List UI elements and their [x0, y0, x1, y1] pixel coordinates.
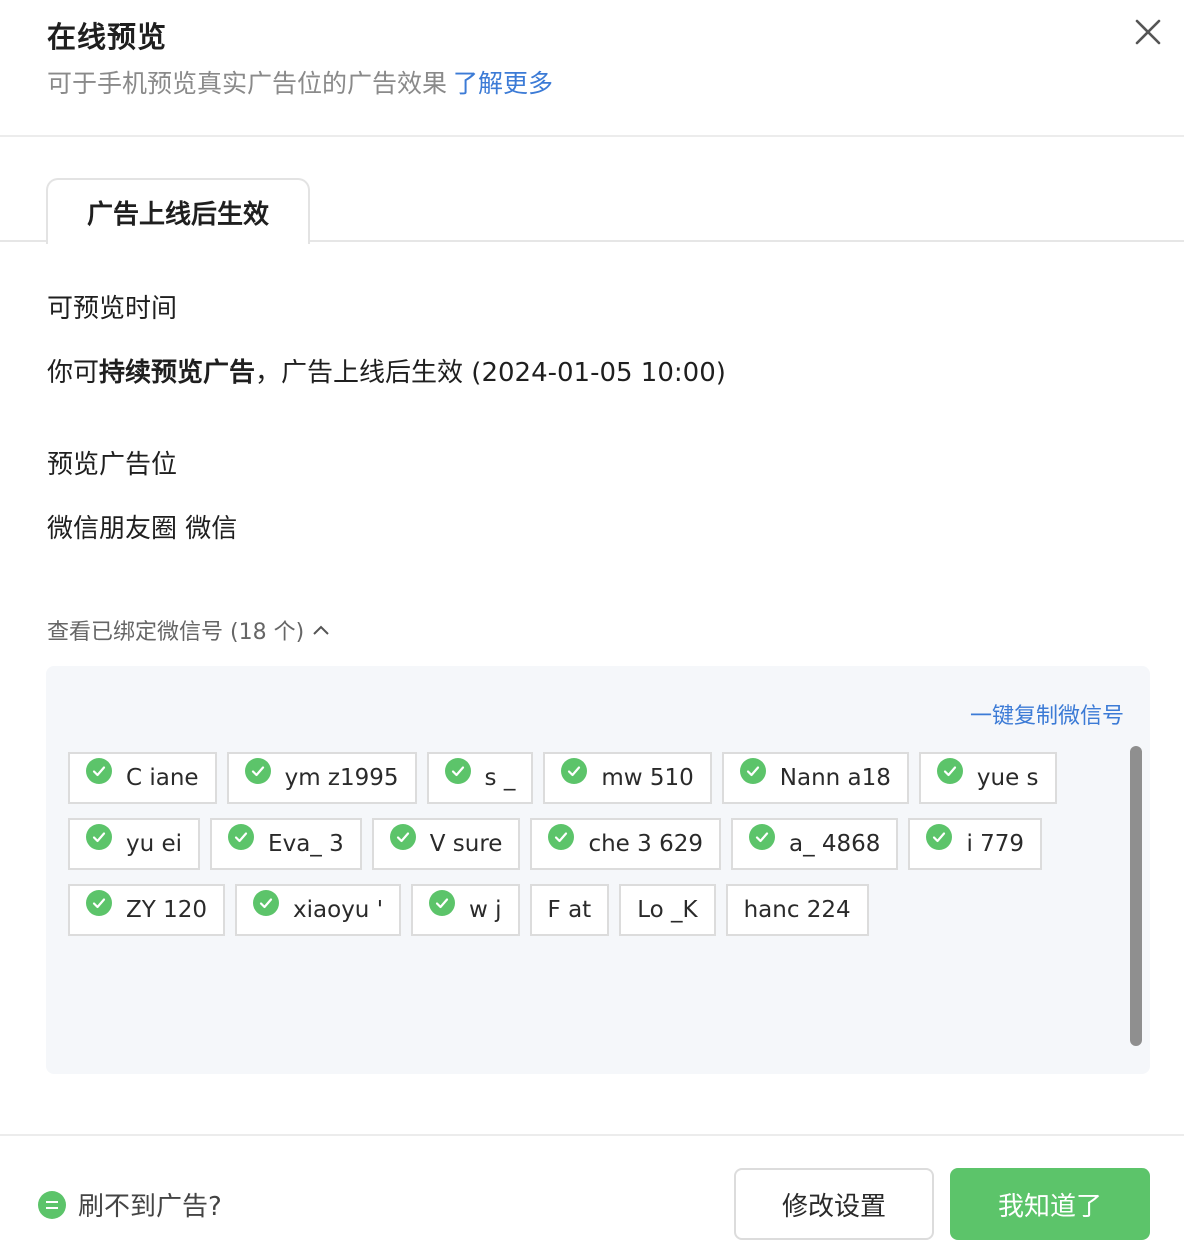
- close-icon: [1135, 19, 1161, 45]
- account-name: hanc 224: [743, 897, 851, 923]
- account-name: Eva_ 3: [268, 831, 344, 857]
- check-circle-icon: [936, 758, 963, 784]
- account-chip[interactable]: Lo _K: [619, 884, 716, 936]
- dialog-title: 在线预览: [47, 20, 168, 54]
- account-name: F at: [547, 897, 592, 923]
- check-circle-icon: [926, 824, 953, 850]
- modify-settings-button[interactable]: 修改设置: [734, 1168, 934, 1240]
- chat-bubble-icon: [38, 1190, 66, 1219]
- dialog-subtitle: 可于手机预览真实广告位的广告效果 了解更多: [47, 64, 553, 100]
- account-name: C iane: [126, 765, 199, 791]
- account-chip[interactable]: che 3 629: [530, 818, 721, 870]
- learn-more-link[interactable]: 了解更多: [453, 69, 553, 98]
- account-name: ym z1995: [284, 765, 399, 791]
- check-circle-icon: [739, 758, 766, 784]
- check-circle-icon: [228, 824, 255, 850]
- account-name: yue s: [976, 765, 1039, 791]
- placement-value: 微信朋友圈 微信: [47, 514, 238, 544]
- account-chip[interactable]: xiaoyu ': [235, 884, 402, 936]
- account-chip[interactable]: Nann a18: [721, 752, 909, 804]
- account-chip[interactable]: V sure: [371, 818, 521, 870]
- bound-accounts-toggle[interactable]: 查看已绑定微信号 (18 个): [47, 614, 332, 646]
- preview-time-prefix: 你可: [47, 358, 100, 388]
- check-circle-icon: [86, 824, 112, 850]
- account-name: w j: [469, 897, 502, 923]
- account-name: Nann a18: [779, 765, 891, 791]
- check-circle-icon: [244, 758, 271, 784]
- account-name: mw 510: [601, 765, 694, 791]
- preview-time-suffix: ，广告上线后生效 (2024-01-05 10:00): [255, 358, 726, 388]
- account-list: C iane ym z1995 s _ mw 510 Nann a18 yue s yu e…: [68, 752, 1108, 936]
- account-name: Lo _K: [637, 897, 698, 923]
- account-name: ZY 120: [126, 897, 208, 923]
- check-circle-icon: [86, 758, 112, 784]
- account-chip[interactable]: ZY 120: [68, 884, 226, 936]
- account-name: xiaoyu ': [293, 897, 384, 923]
- account-name: V sure: [429, 831, 503, 857]
- account-chip[interactable]: C iane: [68, 752, 217, 804]
- preview-time-text: 你可持续预览广告，广告上线后生效 (2024-01-05 10:00): [47, 352, 726, 389]
- account-name: i 779: [966, 831, 1025, 857]
- bound-accounts-panel: 一键复制微信号 C iane ym z1995 s _ mw 510 Nann a18 y…: [46, 666, 1150, 1074]
- copy-all-ids-link[interactable]: 一键复制微信号: [970, 698, 1124, 730]
- footer-divider: [0, 1134, 1184, 1136]
- online-preview-dialog: 在线预览 可于手机预览真实广告位的广告效果 了解更多 广告上线后生效 可预览时间 …: [0, 0, 1184, 1248]
- account-chip[interactable]: mw 510: [543, 752, 712, 804]
- close-button[interactable]: [1128, 12, 1168, 52]
- check-circle-icon: [389, 824, 416, 850]
- bound-accounts-toggle-label: 查看已绑定微信号 (18 个): [47, 620, 305, 645]
- account-chip[interactable]: yue s: [918, 752, 1057, 804]
- account-chip[interactable]: F at: [529, 884, 610, 936]
- account-chip[interactable]: hanc 224: [725, 884, 869, 936]
- account-chip[interactable]: yu ei: [68, 818, 201, 870]
- subtitle-text: 可于手机预览真实广告位的广告效果: [47, 69, 448, 98]
- account-name: yu ei: [126, 831, 183, 857]
- check-circle-icon: [548, 824, 575, 850]
- account-chip[interactable]: i 779: [908, 818, 1043, 870]
- account-chip[interactable]: s _: [426, 752, 534, 804]
- check-circle-icon: [253, 890, 280, 916]
- header-divider: [0, 135, 1184, 137]
- account-chip[interactable]: ym z1995: [226, 752, 417, 804]
- preview-time-bold: 持续预览广告: [99, 358, 256, 388]
- confirm-button[interactable]: 我知道了: [950, 1168, 1150, 1240]
- help-label: 刷不到广告?: [78, 1192, 222, 1222]
- account-name: s _: [484, 765, 516, 791]
- account-chip[interactable]: w j: [411, 884, 520, 936]
- tab-after-launch[interactable]: 广告上线后生效: [46, 178, 310, 244]
- check-circle-icon: [429, 890, 456, 916]
- placement-label: 预览广告位: [47, 450, 178, 480]
- check-circle-icon: [444, 758, 471, 784]
- chevron-up-icon: [313, 625, 329, 635]
- account-name: a_ 4868: [788, 831, 881, 857]
- account-name: che 3 629: [588, 831, 703, 857]
- account-chip[interactable]: Eva_ 3: [210, 818, 362, 870]
- check-circle-icon: [561, 758, 588, 784]
- check-circle-icon: [748, 824, 775, 850]
- check-circle-icon: [86, 890, 112, 916]
- preview-time-label: 可预览时间: [47, 294, 178, 324]
- account-chip[interactable]: a_ 4868: [730, 818, 899, 870]
- help-no-ads[interactable]: 刷不到广告?: [38, 1186, 222, 1223]
- scrollbar[interactable]: [1130, 746, 1142, 1046]
